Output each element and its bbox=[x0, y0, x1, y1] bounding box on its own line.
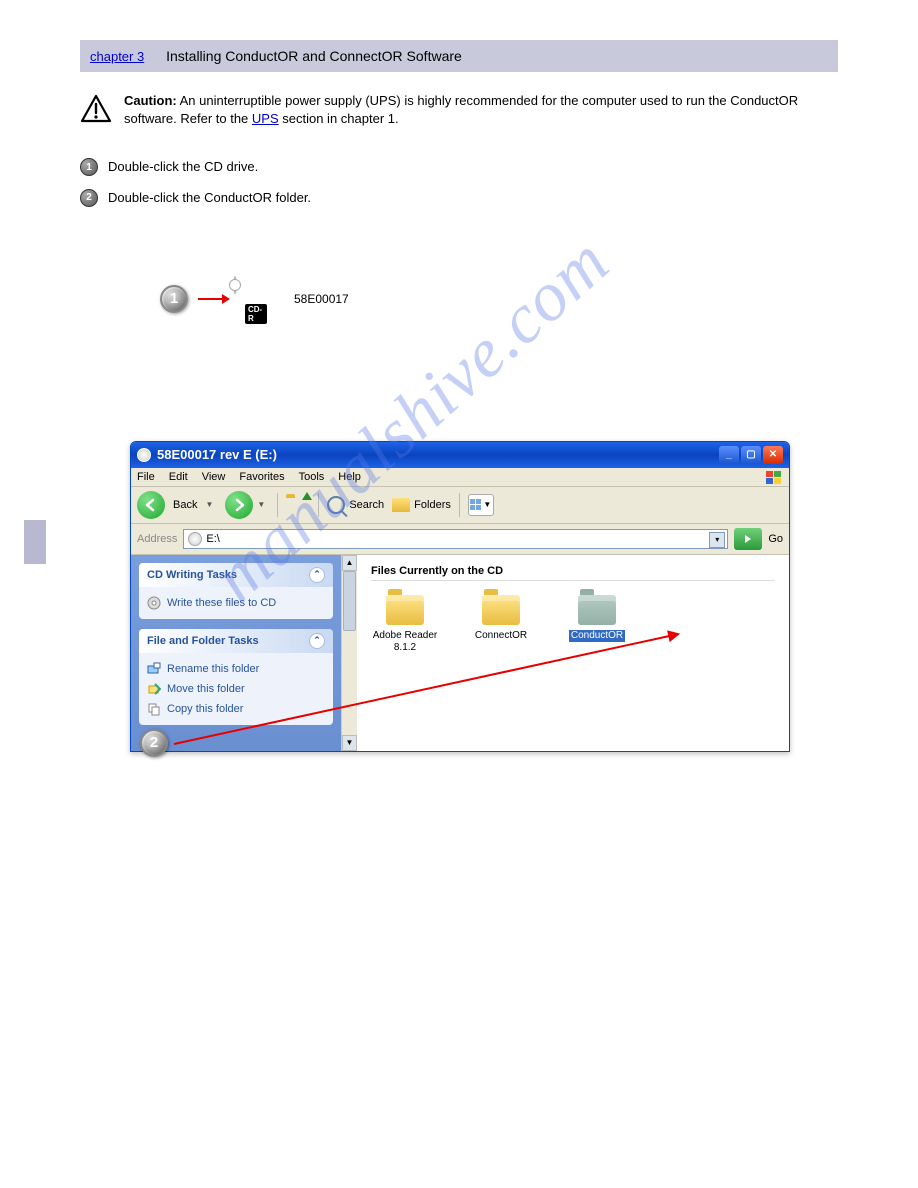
write-files-link[interactable]: Write these files to CD bbox=[147, 593, 325, 613]
warning-icon bbox=[80, 94, 112, 127]
file-folder-panel: File and Folder Tasks ⌃ Rename this fold… bbox=[139, 629, 333, 725]
collapse-icon[interactable]: ⌃ bbox=[309, 567, 325, 583]
folders-label: Folders bbox=[414, 499, 451, 511]
figure-cd-drive: 1 CD-R 58E00017 bbox=[160, 277, 838, 321]
windows-flag-icon bbox=[765, 470, 783, 486]
ups-link[interactable]: UPS bbox=[252, 111, 279, 126]
titlebar[interactable]: 58E00017 rev E (E:) _ ▢ ✕ bbox=[131, 442, 789, 468]
arrow-icon bbox=[198, 298, 224, 300]
search-icon bbox=[327, 496, 345, 514]
folder-label: Adobe Reader 8.1.2 bbox=[371, 630, 439, 654]
step-1-text: Double-click the CD drive. bbox=[108, 158, 258, 176]
caution-pre: An uninterruptible power supply (UPS) is… bbox=[124, 93, 798, 126]
menu-view[interactable]: View bbox=[202, 471, 226, 483]
move-icon bbox=[147, 682, 161, 696]
window-title: 58E00017 rev E (E:) bbox=[157, 447, 277, 462]
folder-icon bbox=[482, 595, 520, 625]
go-label: Go bbox=[768, 533, 783, 545]
tasks-sidebar: CD Writing Tasks ⌃ Write these files to … bbox=[131, 555, 341, 751]
back-label: Back bbox=[173, 499, 197, 511]
cd-writing-panel: CD Writing Tasks ⌃ Write these files to … bbox=[139, 563, 333, 619]
maximize-button[interactable]: ▢ bbox=[741, 446, 761, 464]
back-button[interactable] bbox=[137, 491, 165, 519]
address-cd-icon bbox=[188, 532, 202, 546]
folder-label-selected: ConductOR bbox=[569, 630, 625, 642]
address-label: Address bbox=[137, 533, 177, 545]
forward-dropdown-icon[interactable]: ▼ bbox=[257, 500, 265, 509]
step-2-text: Double-click the ConductOR folder. bbox=[108, 189, 311, 207]
toolbar-divider bbox=[277, 493, 278, 517]
chapter-header: chapter 3 Installing ConductOR and Conne… bbox=[80, 40, 838, 72]
caution-post: section in chapter 1. bbox=[279, 111, 399, 126]
step-badge-2: 2 bbox=[80, 189, 98, 207]
search-label: Search bbox=[349, 499, 384, 511]
chapter-title: Installing ConductOR and ConnectOR Softw… bbox=[166, 48, 462, 64]
go-button[interactable] bbox=[734, 528, 762, 550]
cd-drive-icon[interactable]: CD-R bbox=[234, 277, 278, 321]
forward-button[interactable] bbox=[225, 491, 253, 519]
views-button[interactable]: ▼ bbox=[468, 494, 494, 516]
copy-icon bbox=[147, 702, 161, 716]
folder-connector[interactable]: ConnectOR bbox=[467, 595, 535, 654]
caution-block: Caution: An uninterruptible power supply… bbox=[80, 92, 838, 128]
cd-write-icon bbox=[147, 596, 161, 610]
address-dropdown-icon[interactable]: ▾ bbox=[709, 532, 725, 548]
toolbar-divider bbox=[318, 493, 319, 517]
cd-tag-label: CD-R bbox=[245, 304, 267, 324]
search-button[interactable]: Search bbox=[327, 496, 384, 514]
menubar: File Edit View Favorites Tools Help bbox=[131, 468, 789, 487]
back-dropdown-icon[interactable]: ▼ bbox=[205, 500, 213, 509]
rename-icon bbox=[147, 662, 161, 676]
scrollbar[interactable]: ▲ ▼ bbox=[341, 555, 357, 751]
menu-tools[interactable]: Tools bbox=[299, 471, 325, 483]
folder-adobe-reader[interactable]: Adobe Reader 8.1.2 bbox=[371, 595, 439, 654]
folders-button[interactable]: Folders bbox=[392, 498, 451, 512]
close-button[interactable]: ✕ bbox=[763, 446, 783, 464]
folders-icon bbox=[392, 498, 410, 512]
caution-label: Caution: bbox=[124, 93, 177, 108]
collapse-icon[interactable]: ⌃ bbox=[309, 633, 325, 649]
toolbar: Back ▼ ▼ Search Folders bbox=[131, 487, 789, 524]
scroll-down-button[interactable]: ▼ bbox=[342, 735, 357, 751]
step-badge-1: 1 bbox=[80, 158, 98, 176]
menu-favorites[interactable]: Favorites bbox=[239, 471, 284, 483]
chapter-link[interactable]: chapter 3 bbox=[90, 49, 144, 64]
minimize-button[interactable]: _ bbox=[719, 446, 739, 464]
content-heading: Files Currently on the CD bbox=[371, 565, 775, 581]
folder-open-icon bbox=[578, 595, 616, 625]
views-icon bbox=[470, 499, 481, 510]
toolbar-divider bbox=[459, 493, 460, 517]
file-folder-title: File and Folder Tasks bbox=[147, 635, 259, 647]
explorer-window: 58E00017 rev E (E:) _ ▢ ✕ File Edit View… bbox=[130, 441, 790, 752]
move-link[interactable]: Move this folder bbox=[147, 679, 325, 699]
folder-label: ConnectOR bbox=[475, 630, 527, 642]
scroll-up-button[interactable]: ▲ bbox=[342, 555, 357, 571]
menu-file[interactable]: File bbox=[137, 471, 155, 483]
scroll-thumb[interactable] bbox=[343, 571, 356, 631]
cd-drive-label: 58E00017 bbox=[294, 292, 349, 306]
page-tab bbox=[24, 520, 46, 564]
file-list: Files Currently on the CD Adobe Reader 8… bbox=[357, 555, 789, 751]
cd-writing-title: CD Writing Tasks bbox=[147, 569, 237, 581]
callout-badge-1: 1 bbox=[160, 285, 188, 313]
rename-link[interactable]: Rename this folder bbox=[147, 659, 325, 679]
address-bar: Address E:\ ▾ Go bbox=[131, 524, 789, 555]
titlebar-cd-icon bbox=[137, 448, 151, 462]
callout-badge-2: 2 bbox=[140, 729, 168, 757]
menu-help[interactable]: Help bbox=[338, 471, 361, 483]
address-input[interactable]: E:\ ▾ bbox=[183, 529, 728, 549]
folder-icon bbox=[386, 595, 424, 625]
menu-edit[interactable]: Edit bbox=[169, 471, 188, 483]
up-button[interactable] bbox=[286, 494, 310, 516]
address-value: E:\ bbox=[206, 533, 219, 545]
